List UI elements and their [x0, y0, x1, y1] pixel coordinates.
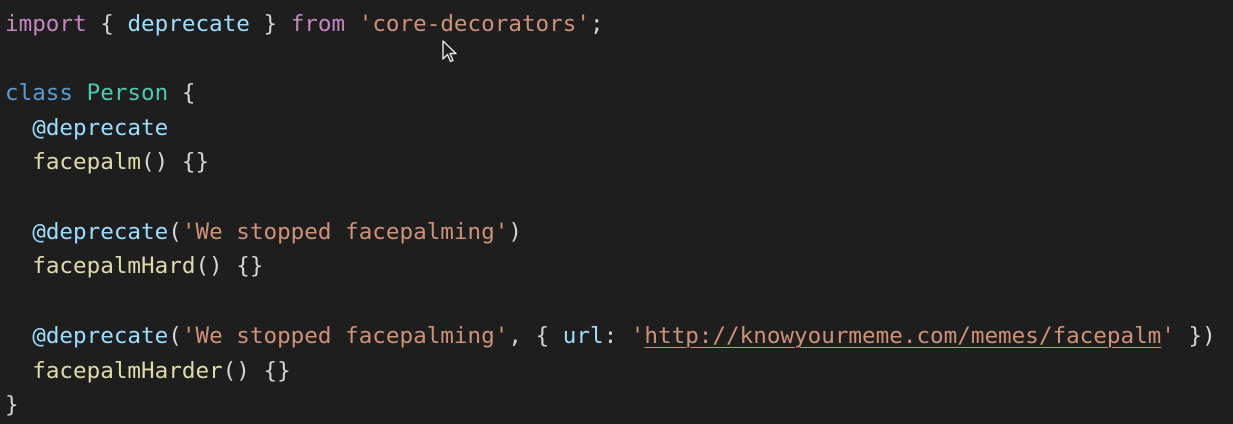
code-token: })	[1174, 323, 1216, 349]
code-line-11: facepalmHarder() {}	[5, 354, 291, 388]
code-token: '	[1161, 323, 1175, 349]
code-token: @deprecate	[32, 323, 169, 349]
code-token: import	[5, 11, 87, 37]
code-line-4: @deprecate	[5, 111, 168, 145]
code-token: 'We stopped facepalming'	[181, 219, 509, 245]
code-token: deprecate	[127, 11, 250, 37]
code-token: (	[168, 323, 182, 349]
code-token: :	[603, 323, 631, 349]
code-token: 'core-decorators'	[358, 11, 590, 37]
code-token: }	[5, 392, 19, 418]
url-link[interactable]: http://knowyourmeme.com/memes/facepalm	[644, 323, 1161, 349]
code-token: 'We stopped facepalming'	[181, 323, 509, 349]
code-token: ;	[589, 11, 604, 37]
code-token: @deprecate	[32, 219, 169, 245]
code-token: url	[562, 323, 604, 349]
code-token: class	[5, 80, 74, 106]
code-token: , {	[508, 323, 563, 349]
code-line-7: @deprecate('We stopped facepalming')	[5, 215, 522, 249]
code-token: {	[86, 11, 128, 37]
code-line-1: import { deprecate } from 'core-decorato…	[5, 7, 604, 41]
code-token: @deprecate	[32, 115, 169, 141]
code-token: '	[630, 323, 645, 349]
code-token: )	[508, 219, 522, 245]
code-line-10: @deprecate('We stopped facepalming', { u…	[5, 319, 1216, 353]
code-line-8: facepalmHard() {}	[5, 249, 263, 283]
code-line-3: class Person {	[5, 76, 195, 110]
mouse-pointer-icon	[442, 40, 457, 63]
code-token: (	[168, 219, 182, 245]
code-line-12: }	[5, 388, 19, 422]
code-token: Person	[86, 80, 169, 106]
code-token: from	[290, 11, 346, 37]
code-token: facepalm	[32, 149, 142, 175]
code-token: }	[249, 11, 291, 37]
code-token: facepalmHarder	[32, 358, 223, 384]
code-token: {	[168, 80, 196, 106]
code-line-5: facepalm() {}	[5, 145, 209, 179]
code-token: () {}	[222, 358, 291, 384]
code-token: () {}	[141, 149, 210, 175]
code-editor[interactable]: import { deprecate } from 'core-decorato…	[0, 0, 1233, 424]
code-token: facepalmHard	[32, 253, 196, 279]
code-token: () {}	[195, 253, 264, 279]
